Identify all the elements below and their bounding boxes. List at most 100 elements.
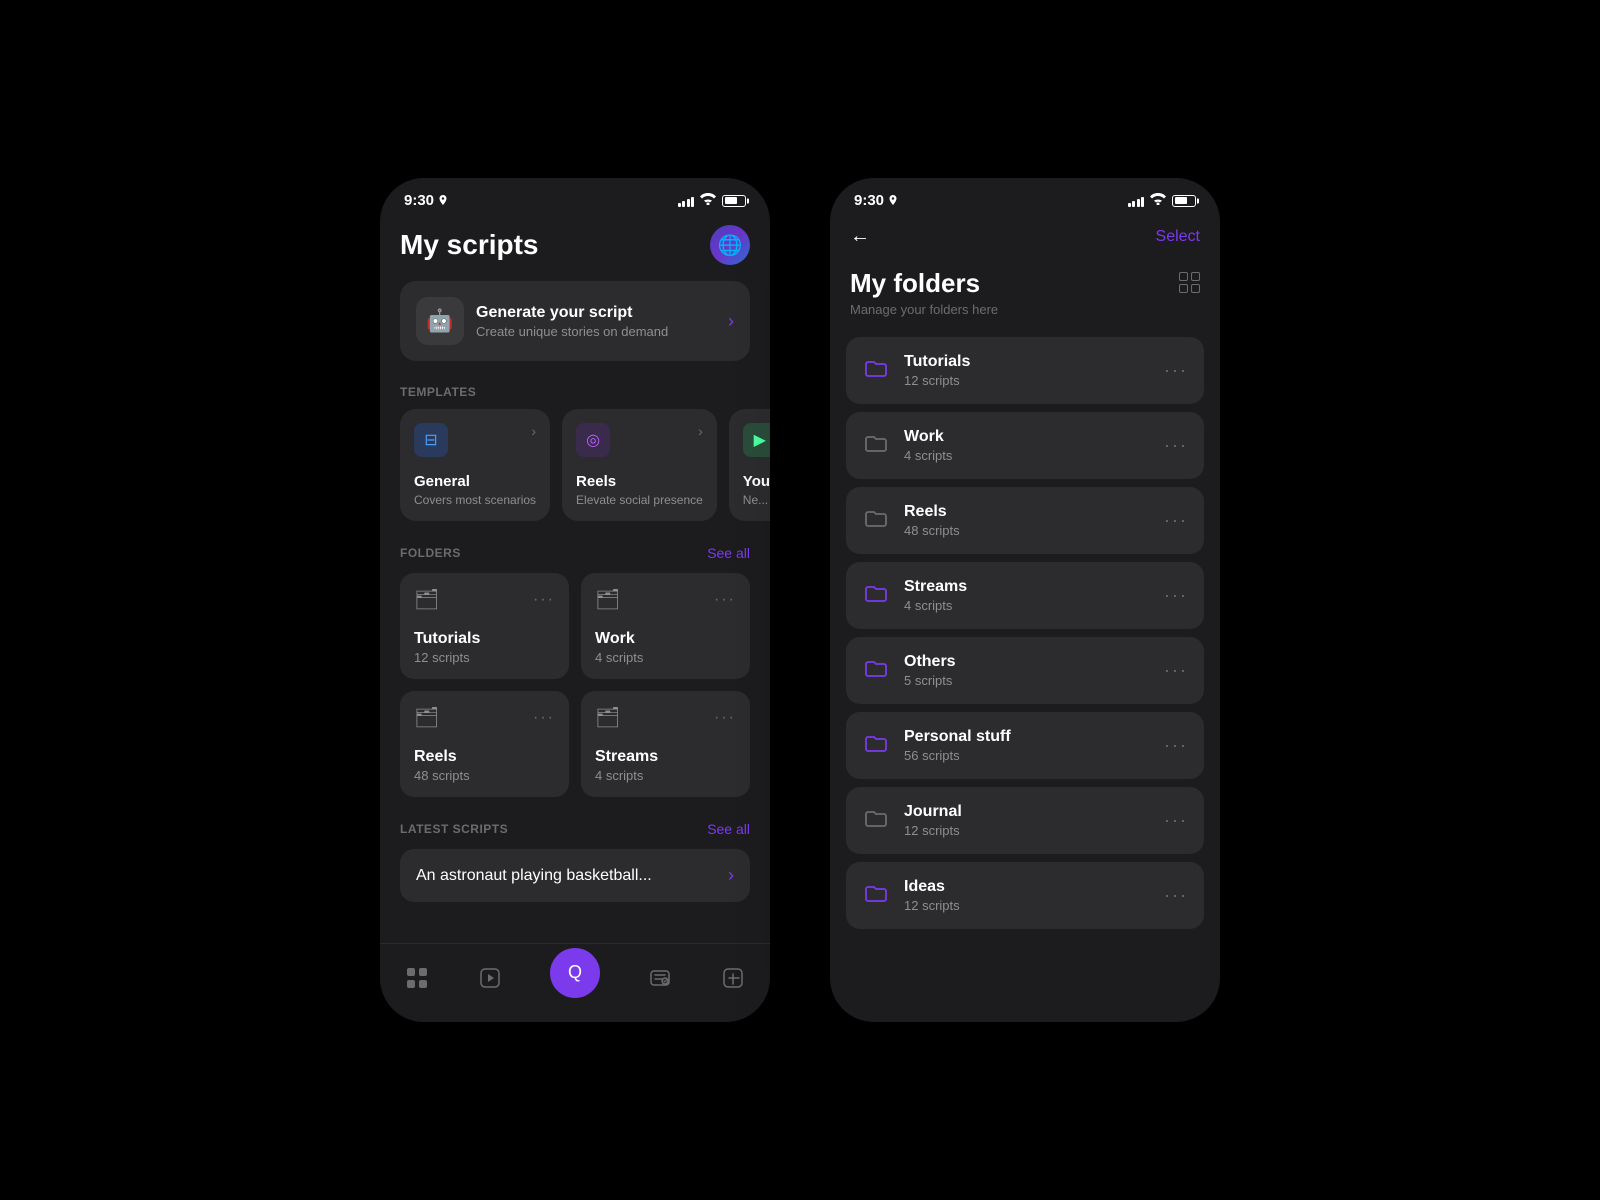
latest-see-all[interactable]: See all [707, 821, 750, 837]
nav-play[interactable] [461, 961, 519, 995]
nav-center-add[interactable]: Q [534, 954, 616, 1002]
location-icon-2 [888, 195, 898, 207]
folders-page-subtitle: Manage your folders here [850, 302, 998, 317]
folder-list-menu[interactable]: ··· [1164, 810, 1188, 831]
latest-chevron-icon: › [728, 865, 734, 886]
folder-list-menu[interactable]: ··· [1164, 735, 1188, 756]
folder-list-icon-others [862, 656, 890, 686]
folder-menu-reels[interactable]: ··· [533, 709, 555, 727]
template-card-general[interactable]: ⊟ › General Covers most scenarios [400, 409, 550, 521]
folder-list-name: Ideas [904, 878, 1150, 896]
template-card-youtube[interactable]: ▶ › You... Ne... [729, 409, 770, 521]
latest-section-header: LATEST SCRIPTS See all [380, 821, 770, 849]
latest-label: LATEST SCRIPTS [400, 822, 508, 836]
templates-scroll: ⊟ › General Covers most scenarios ◎ › Re… [380, 409, 770, 545]
header-area-1: My scripts 🌐 [380, 217, 770, 281]
folder-list-menu[interactable]: ··· [1164, 660, 1188, 681]
folder-list: Tutorials 12 scripts ··· Work 4 scripts … [830, 337, 1220, 929]
list-item[interactable]: Work 4 scripts ··· [846, 412, 1204, 479]
folder-name-reels: Reels [414, 748, 555, 766]
folders-see-all[interactable]: See all [707, 545, 750, 561]
folder-name-work: Work [595, 630, 736, 648]
folder-list-menu[interactable]: ··· [1164, 510, 1188, 531]
list-item[interactable]: Reels 48 scripts ··· [846, 487, 1204, 554]
folder-list-icon-reels [862, 506, 890, 536]
folder-card-work[interactable]: 🗂 ··· Work 4 scripts [581, 573, 750, 679]
list-item[interactable]: Tutorials 12 scripts ··· [846, 337, 1204, 404]
bottom-nav-1: Q [380, 943, 770, 1022]
generate-card[interactable]: 🤖 Generate your script Create unique sto… [400, 281, 750, 361]
generate-icon: 🤖 [416, 297, 464, 345]
folder-name-streams: Streams [595, 748, 736, 766]
list-item[interactable]: Personal stuff 56 scripts ··· [846, 712, 1204, 779]
nav-home[interactable] [388, 961, 446, 995]
folder-list-name: Work [904, 428, 1150, 446]
folder-name-tutorials: Tutorials [414, 630, 555, 648]
folder-list-name: Reels [904, 503, 1150, 521]
nav-create[interactable] [704, 961, 762, 995]
folder-icon-streams: 🗂 [595, 705, 620, 730]
folder-list-name: Others [904, 653, 1150, 671]
status-icons-2 [1128, 193, 1197, 208]
wifi-icon-2 [1150, 193, 1166, 208]
status-icons-1 [678, 193, 747, 208]
nav-scripts[interactable] [631, 961, 689, 995]
folder-list-count: 12 scripts [904, 898, 1150, 913]
svg-text:Q: Q [568, 962, 582, 982]
folder-list-menu[interactable]: ··· [1164, 885, 1188, 906]
select-button[interactable]: Select [1156, 228, 1200, 246]
back-button[interactable]: ← [850, 225, 870, 248]
generate-title: Generate your script [476, 304, 716, 322]
template-desc-general: Covers most scenarios [414, 493, 536, 507]
template-chevron-icon: › [531, 423, 536, 439]
folders-nav-header: ← Select [830, 217, 1220, 264]
folder-menu-work[interactable]: ··· [714, 591, 736, 609]
folder-card-reels[interactable]: 🗂 ··· Reels 48 scripts [400, 691, 569, 797]
folder-list-menu[interactable]: ··· [1164, 360, 1188, 381]
generate-subtitle: Create unique stories on demand [476, 324, 716, 339]
template-name-general: General [414, 473, 536, 490]
list-item[interactable]: Streams 4 scripts ··· [846, 562, 1204, 629]
folder-card-streams[interactable]: 🗂 ··· Streams 4 scripts [581, 691, 750, 797]
folder-list-count: 4 scripts [904, 598, 1150, 613]
folder-card-tutorials[interactable]: 🗂 ··· Tutorials 12 scripts [400, 573, 569, 679]
template-icon-reels: ◎ [576, 423, 610, 457]
folder-list-count: 5 scripts [904, 673, 1150, 688]
nav-create-icon [720, 965, 746, 991]
location-icon [438, 195, 448, 207]
nav-grid-icon [404, 965, 430, 991]
grid-toggle-button[interactable] [1179, 272, 1200, 293]
status-bar-2: 9:30 [830, 178, 1220, 217]
folder-list-count: 56 scripts [904, 748, 1150, 763]
avatar[interactable]: 🌐 [710, 225, 750, 265]
folder-list-icon-streams [862, 581, 890, 611]
status-bar-1: 9:30 [380, 178, 770, 217]
latest-script-text: An astronaut playing basketball... [416, 867, 728, 885]
template-desc-reels: Elevate social presence [576, 493, 703, 507]
folder-menu-tutorials[interactable]: ··· [533, 591, 555, 609]
battery-icon-2 [1172, 195, 1196, 207]
phone1-content: My scripts 🌐 🤖 Generate your script Crea… [380, 217, 770, 943]
battery-icon-1 [722, 195, 746, 207]
list-item[interactable]: Others 5 scripts ··· [846, 637, 1204, 704]
folder-icon-work: 🗂 [595, 587, 620, 612]
template-card-reels[interactable]: ◎ › Reels Elevate social presence [562, 409, 717, 521]
folder-list-count: 12 scripts [904, 373, 1150, 388]
folder-list-menu[interactable]: ··· [1164, 585, 1188, 606]
folders-page-title: My folders [850, 268, 998, 299]
folder-list-icon-work [862, 431, 890, 461]
generate-text: Generate your script Create unique stori… [476, 304, 716, 339]
folder-list-menu[interactable]: ··· [1164, 435, 1188, 456]
folder-menu-streams[interactable]: ··· [714, 709, 736, 727]
latest-script-item[interactable]: An astronaut playing basketball... › [400, 849, 750, 902]
folder-list-name: Personal stuff [904, 728, 1150, 746]
phone-my-scripts: 9:30 My scripts 🌐 🤖 [380, 178, 770, 1022]
folder-count-reels: 48 scripts [414, 768, 555, 783]
folder-list-name: Journal [904, 803, 1150, 821]
status-time-1: 9:30 [404, 192, 448, 209]
generate-chevron-icon: › [728, 311, 734, 332]
template-icon-general: ⊟ [414, 423, 448, 457]
list-item[interactable]: Journal 12 scripts ··· [846, 787, 1204, 854]
list-item[interactable]: Ideas 12 scripts ··· [846, 862, 1204, 929]
status-time-2: 9:30 [854, 192, 898, 209]
